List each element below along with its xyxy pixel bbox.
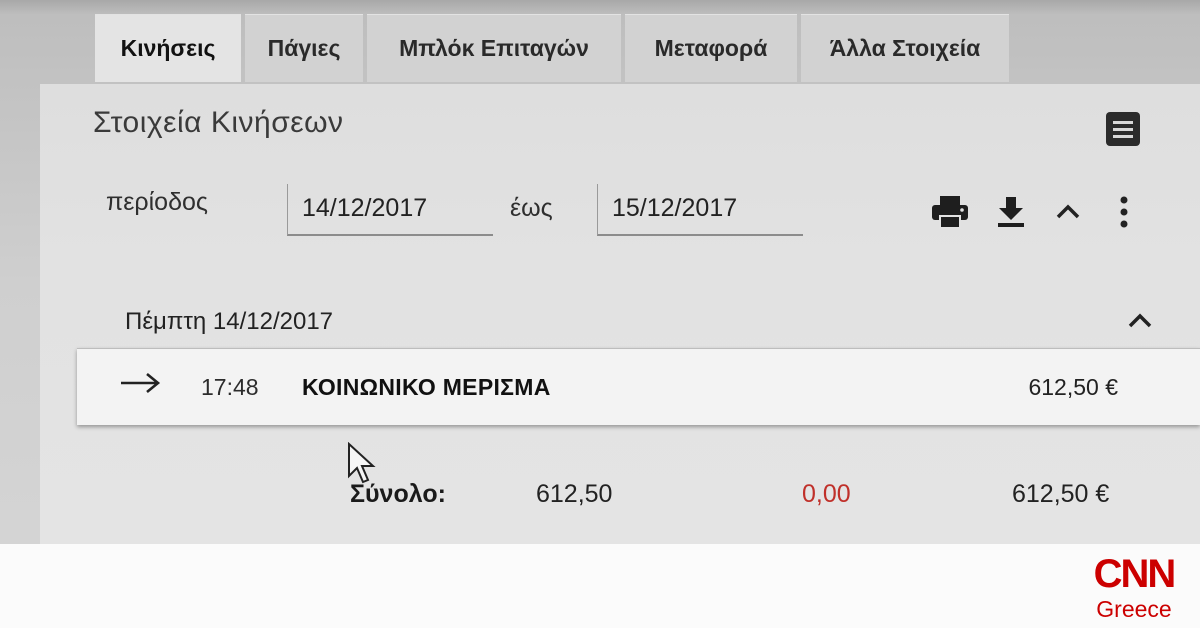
totals-credit: 612,50 [536,480,613,508]
transaction-amount: 612,50 € [1028,374,1118,400]
to-label: έως [510,194,553,222]
logo-cnn-text: CNN [1094,552,1175,596]
cnn-greece-logo: CNN Greece [1084,547,1184,625]
chevron-up-icon[interactable] [1048,192,1088,232]
transaction-time: 17:48 [201,374,259,400]
totals-debit: 0,00 [802,480,851,508]
arrow-right-icon [119,371,163,395]
tab-bar: Κινήσεις Πάγιες Μπλόκ Επιταγών Μεταφορά … [95,14,1009,82]
day-heading: Πέμπτη 14/12/2017 [125,308,334,335]
transaction-description: ΚΟΙΝΩΝΙΚΟ ΜΕΡΙΣΜΑ [302,374,551,400]
transaction-row[interactable]: 17:48 ΚΟΙΝΩΝΙΚΟ ΜΕΡΙΣΜΑ 612,50 € [77,348,1200,425]
more-vertical-icon[interactable] [1104,192,1144,232]
totals-balance: 612,50 € [1012,480,1110,508]
tab-other-details[interactable]: Άλλα Στοιχεία [801,14,1009,82]
to-date-field[interactable]: 15/12/2017 [597,184,803,236]
print-icon[interactable] [930,192,970,232]
totals-label: Σύνολο: [350,480,446,508]
period-label: περίοδος [106,188,208,216]
movements-panel: Στοιχεία Κινήσεων περίοδος 14/12/2017 έω… [40,84,1200,544]
screen: Κινήσεις Πάγιες Μπλόκ Επιταγών Μεταφορά … [0,0,1200,628]
download-icon[interactable] [991,192,1031,232]
bottom-banner [0,544,1200,628]
from-date-field[interactable]: 14/12/2017 [287,184,493,236]
tab-checkbooks[interactable]: Μπλόκ Επιταγών [367,14,621,82]
tab-standing-orders[interactable]: Πάγιες [245,14,363,82]
top-shadow [0,0,1200,14]
logo-greece-text: Greece [1096,596,1171,622]
section-title: Στοιχεία Κινήσεων [93,106,344,139]
tab-transfer[interactable]: Μεταφορά [625,14,797,82]
tab-movements[interactable]: Κινήσεις [95,14,241,82]
hamburger-menu-icon[interactable] [1106,112,1140,146]
collapse-day-icon[interactable] [1125,306,1155,336]
